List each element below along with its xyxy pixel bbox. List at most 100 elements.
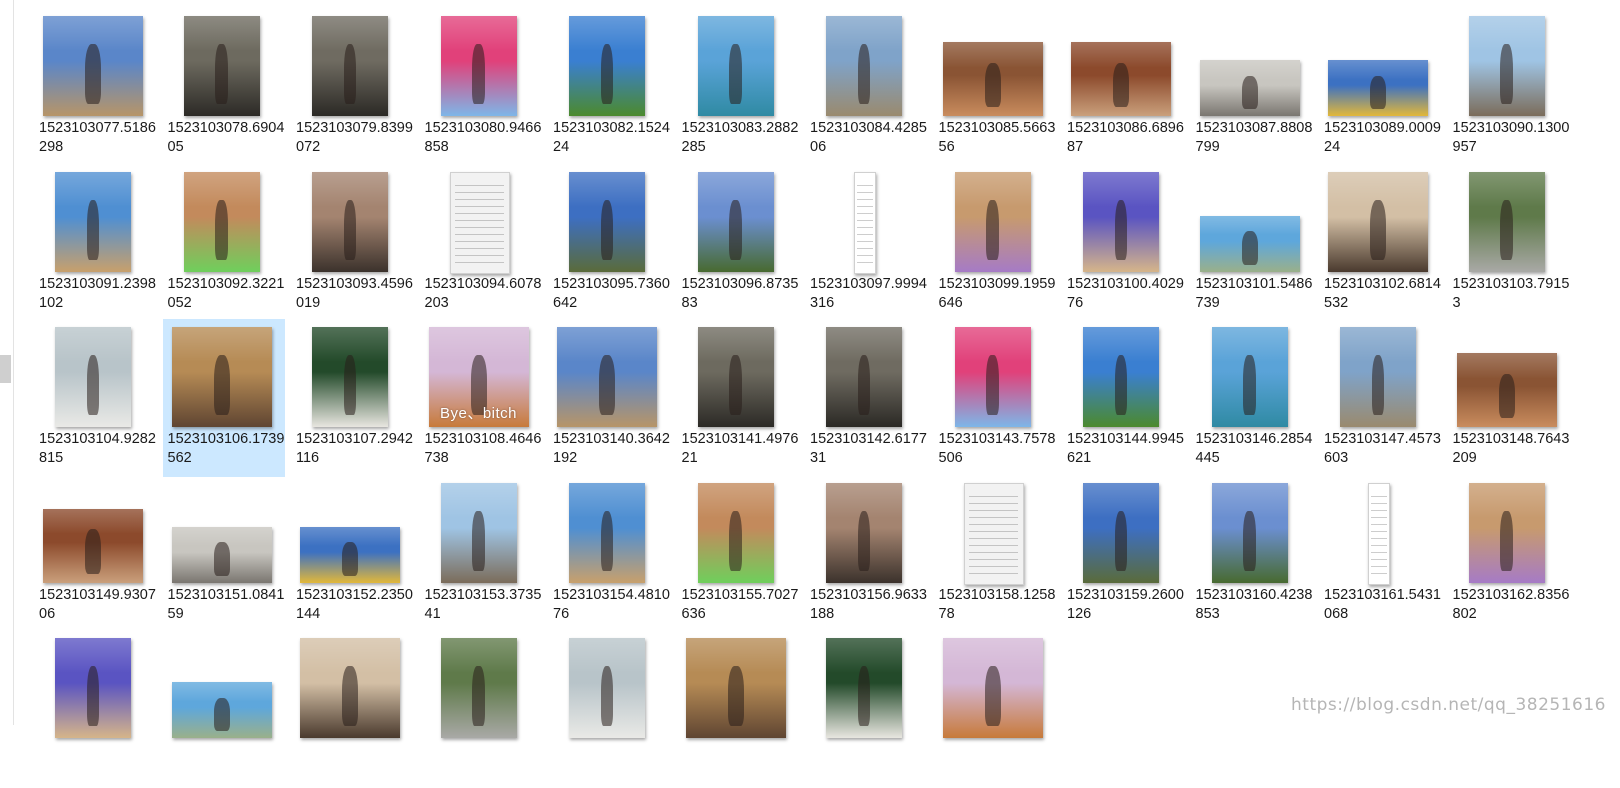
file-thumbnail	[942, 42, 1043, 116]
file-name: 1523103100.402976	[1067, 275, 1184, 311]
file-item[interactable]: 1523103077.5186298	[34, 8, 156, 166]
file-thumbnail	[697, 171, 774, 272]
file-thumbnail	[557, 327, 657, 427]
file-name: 1523103147.4573603	[1324, 431, 1441, 466]
file-name: 1523103160.4238853	[1195, 586, 1313, 622]
file-thumbnail	[1468, 482, 1545, 583]
file-item[interactable]: 1523103106.1739562	[162, 319, 285, 477]
file-item[interactable]: Bye、bitch 1523103108.4646738	[420, 319, 542, 477]
file-thumbnail	[1071, 42, 1171, 116]
file-name: 1523103092.3221052	[167, 275, 285, 311]
file-thumbnail	[55, 638, 131, 738]
file-name: 1523103095.7360642	[553, 275, 670, 311]
file-item[interactable]	[291, 630, 413, 788]
file-thumbnail	[171, 327, 272, 427]
file-item[interactable]: 1523103146.2854445	[1191, 319, 1313, 477]
file-name: 1523103091.2398102	[39, 275, 156, 311]
file-thumbnail	[300, 638, 400, 738]
file-item[interactable]: 1523103096.873583	[677, 164, 799, 322]
file-name: 1523103151.084159	[167, 586, 285, 622]
file-thumbnail	[826, 327, 902, 427]
file-item[interactable]: 1523103161.5431068	[1319, 475, 1441, 633]
file-item[interactable]	[163, 630, 285, 788]
file-item[interactable]: 1523103155.7027636	[677, 475, 799, 633]
file-thumbnail	[963, 482, 1024, 585]
file-item[interactable]: 1523103091.2398102	[34, 164, 156, 322]
file-item[interactable]: 1523103143.7578506	[934, 319, 1056, 477]
file-item[interactable]: 1523103147.4573603	[1319, 319, 1441, 477]
file-name: 1523103146.2854445	[1195, 431, 1313, 466]
file-item[interactable]: 1523103080.9466858	[420, 8, 542, 166]
file-thumbnail	[685, 638, 786, 738]
file-item[interactable]: 1523103151.084159	[163, 475, 285, 633]
file-name: 1523103162.8356802	[1452, 586, 1570, 622]
file-name: 1523103148.7643209	[1452, 431, 1570, 466]
file-item[interactable]: 1523103101.5486739	[1191, 164, 1313, 322]
file-item[interactable]	[34, 630, 156, 788]
file-item[interactable]: 1523103090.1300957	[1448, 8, 1570, 166]
file-item[interactable]: 1523103107.2942116	[291, 319, 413, 477]
file-thumbnail	[449, 171, 510, 274]
file-item[interactable]: 1523103083.2882285	[677, 8, 799, 166]
file-thumbnail	[1083, 171, 1159, 272]
file-item[interactable]: 1523103102.6814532	[1319, 164, 1441, 322]
file-item[interactable]	[677, 630, 799, 788]
file-item[interactable]: 1523103087.8808799	[1191, 8, 1313, 166]
file-thumbnail	[440, 638, 517, 738]
file-thumbnail	[826, 16, 902, 116]
file-item[interactable]: 1523103162.8356802	[1448, 475, 1570, 633]
file-item[interactable]: 1523103148.7643209	[1448, 319, 1570, 477]
file-thumbnail	[1083, 482, 1159, 583]
file-thumbnail	[826, 638, 902, 738]
file-name: 1523103140.3642192	[553, 431, 670, 466]
file-item[interactable]: 1523103093.4596019	[291, 164, 413, 322]
file-item[interactable]: 1523103100.402976	[1062, 164, 1184, 322]
file-item[interactable]	[548, 630, 670, 788]
file-item[interactable]: 1523103104.9282815	[34, 319, 156, 477]
file-item[interactable]: 1523103140.3642192	[548, 319, 670, 477]
file-thumbnail	[697, 16, 774, 116]
file-item[interactable]: 1523103142.617731	[805, 319, 927, 477]
file-item[interactable]: 1523103099.1959646	[934, 164, 1056, 322]
file-thumbnail	[942, 638, 1043, 738]
file-thumbnail	[569, 16, 645, 116]
file-item[interactable]: 1523103160.4238853	[1191, 475, 1313, 633]
file-item[interactable]: 1523103153.373541	[420, 475, 542, 633]
file-item[interactable]: 1523103152.2350144	[291, 475, 413, 633]
file-item[interactable]: 1523103082.152424	[548, 8, 670, 166]
file-thumbnail	[954, 327, 1031, 427]
file-item[interactable]: 1523103103.79153	[1448, 164, 1570, 322]
file-item[interactable]: 1523103158.125878	[934, 475, 1056, 633]
file-item[interactable]: 1523103079.8399072	[291, 8, 413, 166]
file-item[interactable]: 1523103156.9633188	[805, 475, 927, 633]
file-item[interactable]: 1523103095.7360642	[548, 164, 670, 322]
file-item[interactable]: 1523103159.2600126	[1062, 475, 1184, 633]
file-item[interactable]	[805, 630, 927, 788]
file-thumbnail	[569, 482, 645, 583]
file-item[interactable]	[934, 630, 1056, 788]
file-item[interactable]: 1523103092.3221052	[163, 164, 285, 322]
file-item[interactable]: 1523103144.9945621	[1062, 319, 1184, 477]
file-thumbnail	[1199, 60, 1300, 116]
file-item[interactable]: 1523103141.497621	[677, 319, 799, 477]
file-name: 1523103101.5486739	[1195, 275, 1313, 311]
file-thumbnail	[1211, 482, 1288, 583]
file-item[interactable]: 1523103085.566356	[934, 8, 1056, 166]
file-item[interactable]: 1523103089.000924	[1319, 8, 1441, 166]
file-item[interactable]	[420, 630, 542, 788]
file-name: 1523103102.6814532	[1324, 275, 1441, 311]
file-item[interactable]: 1523103084.428506	[805, 8, 927, 166]
file-item[interactable]: 1523103078.690405	[163, 8, 285, 166]
file-name: 1523103079.8399072	[296, 120, 413, 155]
file-item[interactable]: 1523103154.481076	[548, 475, 670, 633]
file-item[interactable]: 1523103149.930706	[34, 475, 156, 633]
file-thumbnail-grid: 1523103077.5186298 1523103078.690405 15231…	[0, 0, 1620, 738]
file-name: 1523103141.497621	[681, 431, 799, 466]
file-item[interactable]: 1523103086.689687	[1062, 8, 1184, 166]
file-item[interactable]: 1523103094.6078203	[420, 164, 542, 322]
file-item[interactable]: 1523103097.9994316	[805, 164, 927, 322]
file-name: 1523103085.566356	[938, 120, 1056, 155]
file-name: 1523103159.2600126	[1067, 586, 1184, 622]
file-thumbnail	[569, 638, 645, 738]
file-name: 1523103155.7027636	[681, 586, 799, 622]
